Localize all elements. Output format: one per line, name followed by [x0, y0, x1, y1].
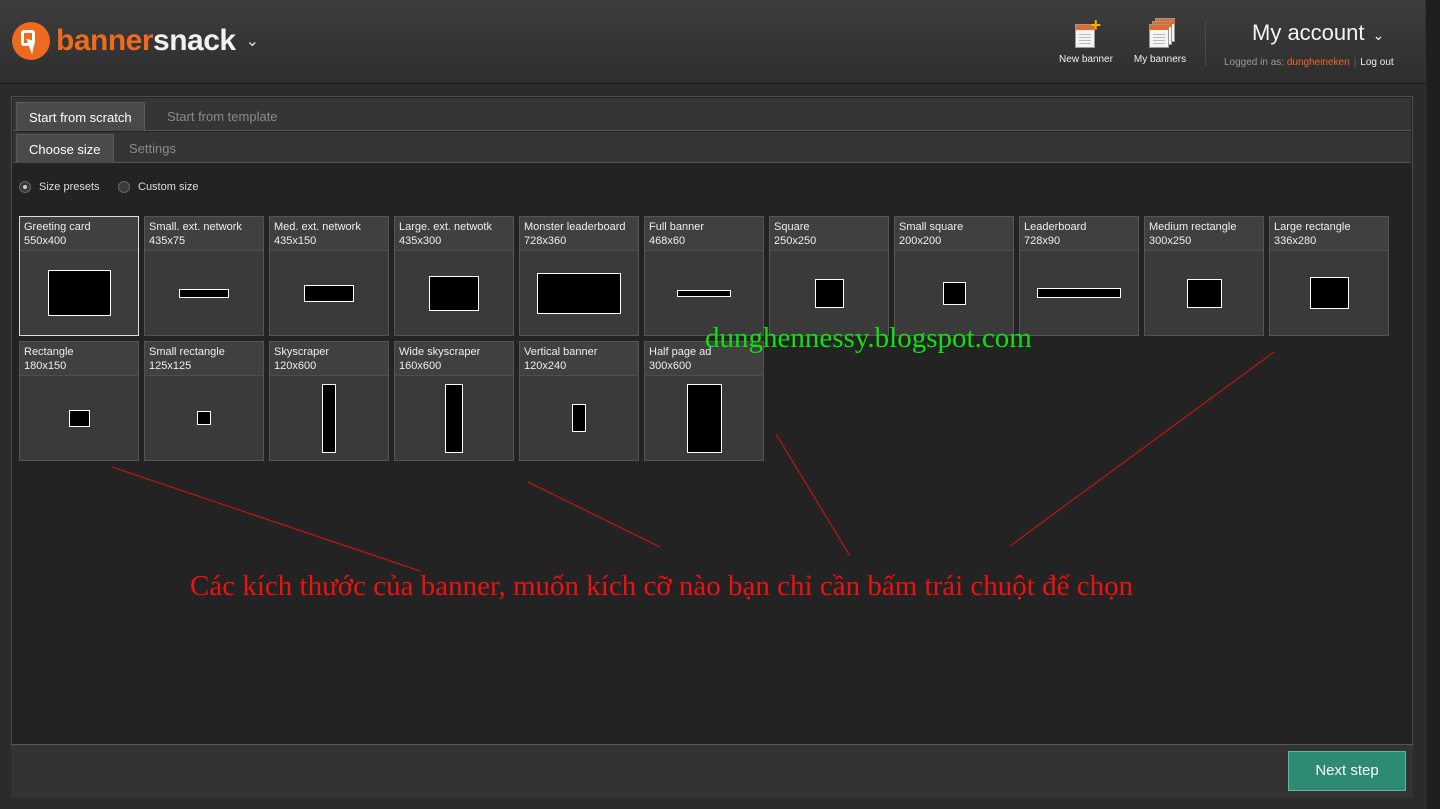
annotation-arrows [111, 351, 1275, 572]
annotation-arrow [775, 433, 851, 557]
annotation-arrow [527, 481, 661, 548]
annotation-arrow [1009, 351, 1275, 547]
blog-watermark: dunghennessy.blogspot.com [705, 322, 1032, 354]
annotation-arrow [111, 466, 421, 572]
annotation-text: Các kích thước của banner, muốn kích cỡ … [190, 570, 1134, 602]
